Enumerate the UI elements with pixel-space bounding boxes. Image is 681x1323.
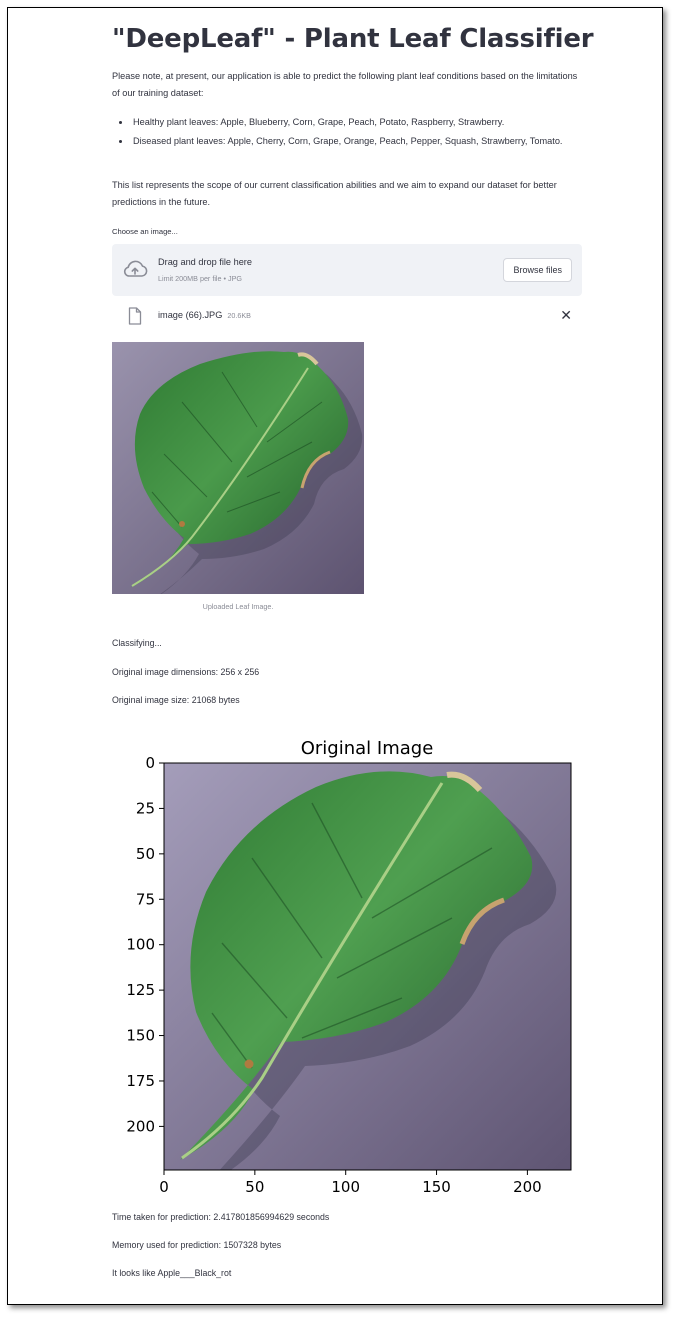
x-tick-label: 50 [245,1178,264,1196]
file-icon [128,307,142,325]
y-tick-label: 75 [136,890,155,908]
x-tick-label: 150 [422,1178,451,1196]
y-tick-label: 125 [126,981,155,999]
y-axis: 0 25 50 75 100 125 150 175 200 [126,754,164,1135]
status-memory: Memory used for prediction: 1507328 byte… [112,1240,282,1250]
x-tick-label: 0 [159,1178,169,1196]
uploaded-file-row: image (66).JPG 20.6KB ✕ [112,306,582,328]
y-tick-label: 150 [126,1027,155,1045]
plot-image [164,763,571,1170]
image-caption: Uploaded Leaf Image. [202,602,274,611]
file-name-text: image (66).JPG [158,310,223,320]
x-tick-label: 100 [331,1178,360,1196]
uploaded-leaf-image [112,342,364,594]
status-dimensions: Original image dimensions: 256 x 256 [112,667,260,677]
y-tick-label: 25 [136,799,155,817]
browse-files-button[interactable]: Browse files [503,258,572,282]
list-item-healthy: Healthy plant leaves: Apple, Blueberry, … [131,114,582,131]
close-icon[interactable]: ✕ [560,307,572,324]
app-window: "DeepLeaf" - Plant Leaf Classifier Pleas… [7,7,663,1305]
y-tick-label: 100 [126,936,155,954]
file-size: 20.6KB [227,311,251,320]
scope-text: This list represents the scope of our cu… [112,180,557,207]
plot-title: Original Image [301,738,434,759]
y-tick-label: 0 [145,754,155,772]
uploader-label: Choose an image... [112,227,178,236]
page-title: "DeepLeaf" - Plant Leaf Classifier [112,24,594,54]
x-axis: 0 50 100 150 200 [159,1170,542,1196]
status-size: Original image size: 21068 bytes [112,695,240,705]
intro-text: Please note, at present, our application… [112,71,578,98]
y-tick-label: 175 [126,1072,155,1090]
dropzone-limit: Limit 200MB per file • JPG [158,274,243,283]
list-item-diseased: Diseased plant leaves: Apple, Cherry, Co… [131,133,582,150]
x-tick-label: 200 [513,1178,542,1196]
status-result: It looks like Apple___Black_rot [112,1268,232,1278]
y-tick-label: 50 [136,845,155,863]
leaf-list: Healthy plant leaves: Apple, Blueberry, … [112,114,582,152]
dropzone-title: Drag and drop file here [158,257,252,267]
file-dropzone[interactable]: Drag and drop file here Limit 200MB per … [112,244,582,296]
file-name: image (66).JPG 20.6KB [158,310,251,320]
original-image-plot: Original Image 0 50 100 150 200 0 25 50 75 100 12… [126,738,572,1196]
status-classifying: Classifying... [112,638,162,648]
status-time: Time taken for prediction: 2.41780185699… [112,1212,330,1222]
cloud-upload-icon [123,260,148,277]
y-tick-label: 200 [126,1117,155,1135]
